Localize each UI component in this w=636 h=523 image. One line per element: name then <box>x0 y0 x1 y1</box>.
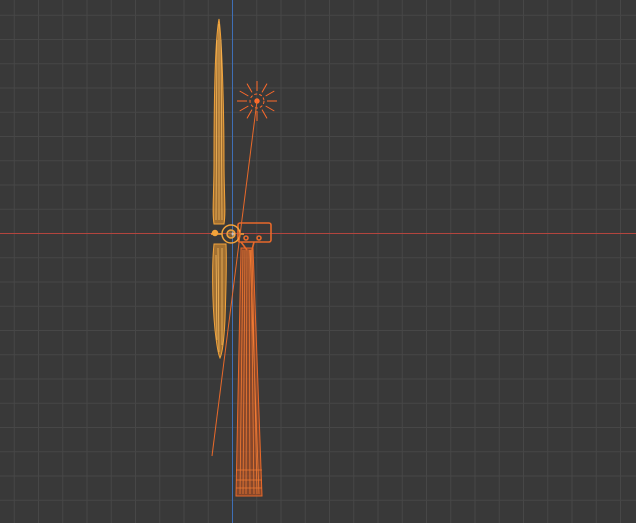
viewport-background <box>0 0 636 523</box>
3d-viewport[interactable] <box>0 0 636 523</box>
viewport-canvas[interactable] <box>0 0 636 523</box>
origin-point <box>231 232 235 236</box>
